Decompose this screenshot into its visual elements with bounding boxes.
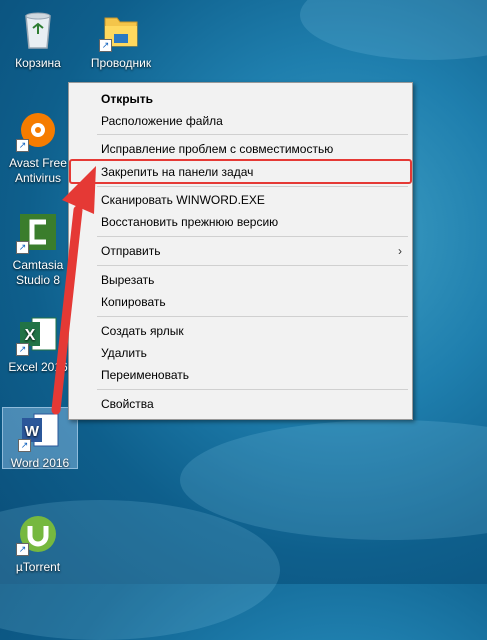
annotation-arrow-icon (51, 166, 96, 415)
